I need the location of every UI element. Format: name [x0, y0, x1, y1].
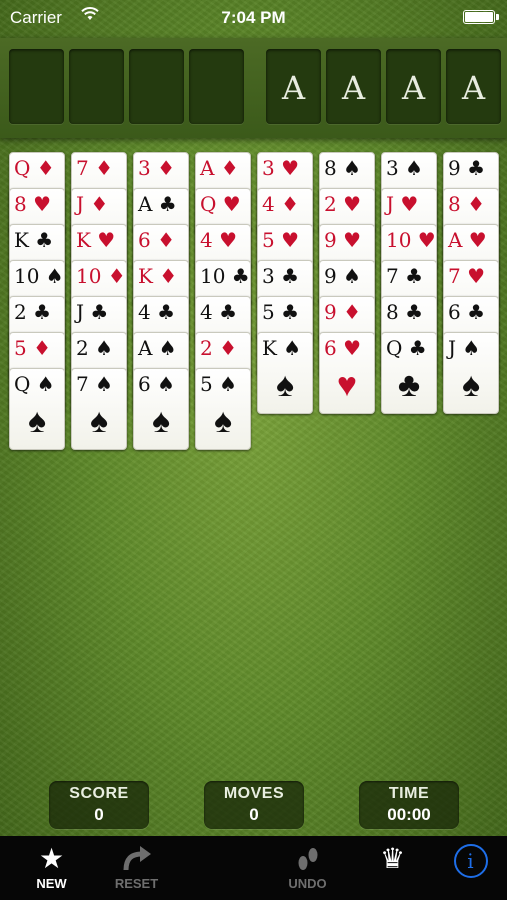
card-suit-symbol: ♥: [336, 366, 358, 404]
card-suit-symbol: ♣: [397, 366, 421, 404]
info-button[interactable]: i: [420, 836, 507, 900]
free-cell-3[interactable]: [129, 49, 184, 124]
card-index: 7 ♥: [448, 264, 486, 288]
card-index: Q ♥: [200, 192, 241, 216]
card-index: J ♥: [386, 192, 419, 216]
card-suit-symbol: ♠: [89, 402, 109, 440]
playing-card[interactable]: J ♠ ♠: [443, 332, 499, 414]
card-index: 3 ♦: [138, 156, 176, 180]
time-panel: TIME 00:00: [359, 781, 459, 829]
status-bar: Carrier 7:04 PM: [0, 0, 507, 38]
foundation-2[interactable]: A: [326, 49, 381, 124]
card-index: 2 ♥: [324, 192, 362, 216]
card-suit-symbol: ♠: [275, 366, 295, 404]
card-index: 6 ♠: [138, 372, 176, 396]
card-index: J ♣: [76, 300, 109, 324]
free-cell-2[interactable]: [69, 49, 124, 124]
card-index: 3 ♥: [262, 156, 300, 180]
card-index: 4 ♦: [262, 192, 300, 216]
card-index: 3 ♣: [262, 264, 300, 288]
card-index: 5 ♦: [14, 336, 52, 360]
foundation-1[interactable]: A: [266, 49, 321, 124]
card-suit-symbol: ♠: [151, 402, 171, 440]
card-index: 6 ♦: [138, 228, 176, 252]
card-index: 8 ♣: [386, 300, 424, 324]
moves-label: MOVES: [223, 785, 285, 802]
clock-time: 7:04 PM: [221, 8, 286, 27]
playing-card[interactable]: Q ♠ ♠: [9, 368, 65, 450]
score-value: 0: [94, 805, 104, 824]
card-suit-symbol: ♠: [461, 366, 481, 404]
foundation-label: A: [341, 69, 366, 107]
card-index: A ♥: [448, 228, 487, 252]
time-value: 00:00: [387, 805, 431, 824]
playing-card[interactable]: 6 ♥ ♥: [319, 332, 375, 414]
card-index: 6 ♣: [448, 300, 486, 324]
card-index: 8 ♦: [448, 192, 486, 216]
card-index: 6 ♥: [324, 336, 362, 360]
card-index: J ♠: [448, 336, 481, 360]
bottom-toolbar: ★ NEW RESET UNDO ♛ i: [0, 836, 507, 900]
card-index: 9 ♠: [324, 264, 362, 288]
card-index: 9 ♦: [324, 300, 362, 324]
time-label: TIME: [388, 785, 430, 802]
card-index: 8 ♠: [324, 156, 362, 180]
foundation-label: A: [281, 69, 306, 107]
playing-card[interactable]: 5 ♠ ♠: [195, 368, 251, 450]
playing-card[interactable]: 6 ♠ ♠: [133, 368, 189, 450]
info-icon: i: [453, 844, 488, 878]
card-index: K ♠: [262, 336, 302, 360]
playing-card[interactable]: K ♠ ♠: [257, 332, 313, 414]
card-index: Q ♣: [386, 336, 427, 360]
card-index: 5 ♥: [262, 228, 300, 252]
card-index: 4 ♣: [138, 300, 176, 324]
foundation-label: A: [461, 69, 486, 107]
card-index: A ♠: [138, 336, 177, 360]
card-index: 8 ♥: [14, 192, 52, 216]
card-index: 4 ♣: [200, 300, 238, 324]
card-index: A ♦: [200, 156, 239, 180]
foundation-4[interactable]: A: [446, 49, 501, 124]
card-index: 2 ♣: [14, 300, 52, 324]
reset-button[interactable]: RESET: [86, 836, 187, 900]
card-index: 3 ♠: [386, 156, 424, 180]
redo-arrow-icon: [86, 842, 187, 876]
battery-icon: [463, 10, 499, 24]
free-cell-1[interactable]: [9, 49, 64, 124]
foundation-3[interactable]: A: [386, 49, 441, 124]
card-index: 10 ♥: [386, 228, 436, 252]
card-index: 7 ♣: [386, 264, 424, 288]
card-index: J ♦: [76, 192, 109, 216]
card-index: 10 ♠: [14, 264, 64, 288]
card-index: K ♦: [138, 264, 178, 288]
free-cell-4[interactable]: [189, 49, 244, 124]
card-index: K ♥: [76, 228, 116, 252]
score-label: SCORE: [69, 785, 129, 802]
card-index: 2 ♦: [200, 336, 238, 360]
cells-bar: A A A A: [0, 38, 507, 138]
card-index: 7 ♠: [76, 372, 114, 396]
card-index: 9 ♥: [324, 228, 362, 252]
card-index: K ♣: [14, 228, 54, 252]
score-panel: SCORE 0: [49, 781, 149, 829]
moves-value: 0: [249, 805, 259, 824]
playing-card[interactable]: Q ♣ ♣: [381, 332, 437, 414]
foundation-label: A: [401, 69, 426, 107]
card-suit-symbol: ♠: [27, 402, 47, 440]
card-suit-symbol: ♠: [213, 402, 233, 440]
card-index: Q ♠: [14, 372, 55, 396]
card-index: 4 ♥: [200, 228, 238, 252]
card-index: 5 ♠: [200, 372, 238, 396]
card-index: 2 ♠: [76, 336, 114, 360]
card-index: A ♣: [138, 192, 177, 216]
reset-label: RESET: [114, 876, 159, 891]
card-index: 10 ♦: [76, 264, 126, 288]
playing-card[interactable]: 7 ♠ ♠: [71, 368, 127, 450]
moves-panel: MOVES 0: [204, 781, 304, 829]
card-index: 10 ♣: [200, 264, 250, 288]
card-index: 5 ♣: [262, 300, 300, 324]
card-index: 7 ♦: [76, 156, 114, 180]
card-index: Q ♦: [14, 156, 55, 180]
card-index: 9 ♣: [448, 156, 486, 180]
